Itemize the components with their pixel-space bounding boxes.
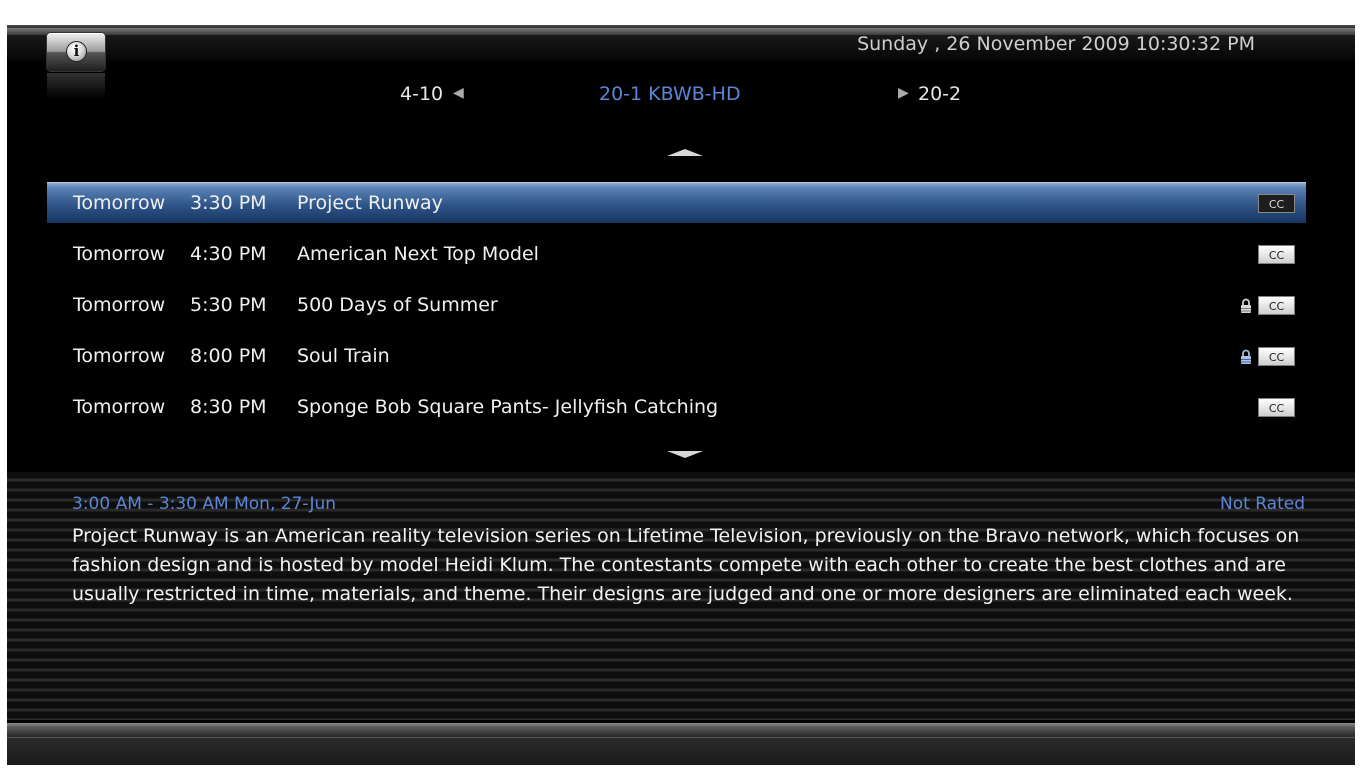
- cc-badge: CC: [1258, 398, 1295, 417]
- scroll-down-icon[interactable]: [667, 451, 703, 458]
- program-title: Soul Train: [297, 345, 390, 367]
- info-icon: i: [66, 41, 87, 62]
- triangle-left-icon[interactable]: ◀: [453, 85, 464, 101]
- program-time: 3:30 PM: [190, 192, 267, 214]
- cc-badge: CC: [1258, 296, 1295, 315]
- program-row[interactable]: Tomorrow 8:30 PM Sponge Bob Square Pants…: [47, 387, 1306, 427]
- prev-channel-label[interactable]: 4-10: [400, 83, 443, 105]
- program-description: Project Runway is an American reality te…: [72, 525, 1300, 605]
- lock-icon: [1241, 298, 1251, 313]
- current-channel-label: 20-1 KBWB-HD: [599, 83, 741, 105]
- program-time: 5:30 PM: [190, 294, 267, 316]
- triangle-right-icon[interactable]: ▶: [898, 85, 909, 101]
- program-title: Sponge Bob Square Pants- Jellyfish Catch…: [297, 396, 719, 418]
- program-title: American Next Top Model: [297, 243, 539, 265]
- bottom-bar: [7, 723, 1355, 765]
- program-title: 500 Days of Summer: [297, 294, 498, 316]
- program-details-panel: 3:00 AM - 3:30 AM Mon, 27-Jun Not Rated …: [7, 472, 1355, 720]
- program-row[interactable]: Tomorrow 5:30 PM 500 Days of Summer CC: [47, 285, 1306, 325]
- program-day: Tomorrow: [73, 243, 166, 265]
- program-time: 8:30 PM: [190, 396, 267, 418]
- lock-icon: [1241, 349, 1251, 364]
- program-day: Tomorrow: [73, 396, 166, 418]
- cc-badge: CC: [1258, 245, 1295, 264]
- cc-badge: CC: [1258, 347, 1295, 366]
- program-row[interactable]: Tomorrow 3:30 PM Project Runway CC: [47, 182, 1306, 223]
- scroll-up-icon[interactable]: [667, 149, 703, 156]
- program-row[interactable]: Tomorrow 8:00 PM Soul Train CC: [47, 336, 1306, 376]
- detail-time-range: 3:00 AM - 3:30 AM Mon, 27-Jun: [72, 494, 337, 514]
- program-title: Project Runway: [297, 192, 443, 214]
- program-time: 4:30 PM: [190, 243, 267, 265]
- tv-guide-screen: i Sunday , 26 November 2009 10:30:32 PM …: [7, 25, 1355, 765]
- info-button[interactable]: i: [47, 33, 105, 99]
- program-list: Tomorrow 3:30 PM Project Runway CC Tomor…: [47, 182, 1306, 438]
- program-day: Tomorrow: [73, 192, 166, 214]
- program-row[interactable]: Tomorrow 4:30 PM American Next Top Model…: [47, 234, 1306, 274]
- cc-badge: CC: [1258, 194, 1295, 213]
- top-bar: i Sunday , 26 November 2009 10:30:32 PM: [7, 25, 1355, 99]
- program-day: Tomorrow: [73, 294, 166, 316]
- program-time: 8:00 PM: [190, 345, 267, 367]
- datetime-display: Sunday , 26 November 2009 10:30:32 PM: [857, 33, 1255, 55]
- channel-navigator: 4-10 ◀ 20-1 KBWB-HD ▶ 20-2: [7, 80, 1355, 110]
- program-day: Tomorrow: [73, 345, 166, 367]
- next-channel-label[interactable]: 20-2: [918, 83, 961, 105]
- rating-label: Not Rated: [1220, 494, 1305, 514]
